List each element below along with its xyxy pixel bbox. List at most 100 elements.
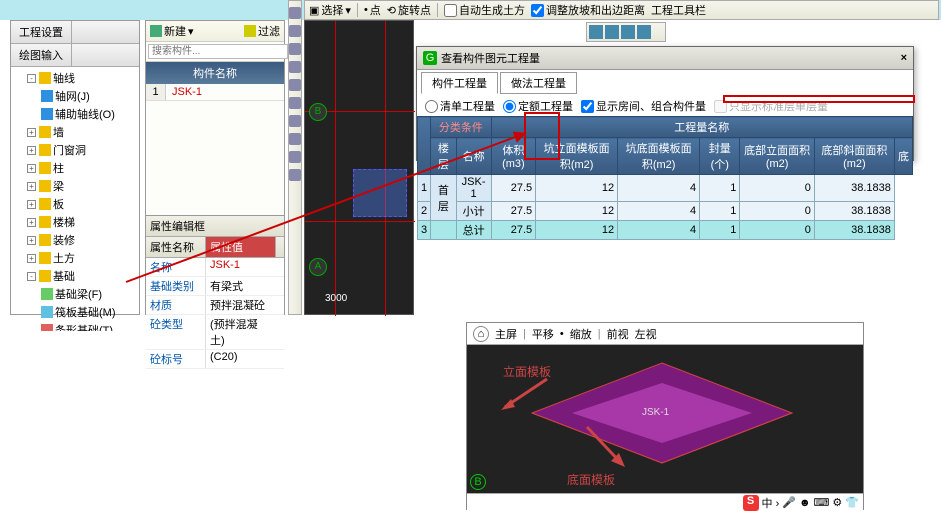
component-label: JSK-1 [642,407,669,418]
tab-method-qty[interactable]: 做法工程量 [500,72,577,94]
prop-name: 基础类别 [146,277,206,295]
prop-value[interactable]: 预拌混凝砼 [206,296,276,314]
tb-item[interactable]: 缩放 [570,326,592,342]
tab-component-qty[interactable]: 构件工程量 [421,72,498,94]
table-row: 1首层JSK-127.51241038.1838 [418,175,913,202]
new-button[interactable]: 新建 ▾ [150,23,194,39]
mic-icon[interactable]: 🎤 [782,496,796,509]
quick-toolbar [586,22,666,42]
table-row: 3总计27.51241038.1838 [418,221,913,240]
window-title: 查看构件图元工程量 [441,50,540,66]
tree-item[interactable]: +装修 [13,231,137,249]
tab-project-settings[interactable]: 工程设置 [11,21,72,43]
selection-box [353,169,407,217]
close-icon[interactable]: × [901,52,907,64]
property-editor: 属性编辑框 属性名称 属性值 名称JSK-1基础类别有梁式材质预拌混凝砼砼类型(… [145,215,285,315]
tree-item[interactable]: +楼梯 [13,213,137,231]
point-tool[interactable]: • 点 [364,2,381,18]
tree-item[interactable]: 轴网(J) [13,87,137,105]
app-icon: G [423,51,437,65]
tool-icon[interactable] [289,61,301,73]
opt-list-qty[interactable]: 清单工程量 [425,98,495,114]
tb-item[interactable]: 左视 [635,326,657,342]
prop-value[interactable]: (C20) [206,350,276,368]
nav-panel: 工程设置 绘图输入 -轴线轴网(J)辅助轴线(O)+墙+门窗洞+柱+梁+板+楼梯… [10,20,140,315]
tree-item[interactable]: +柱 [13,159,137,177]
tool-icon[interactable] [289,115,301,127]
tree-item[interactable]: 基础梁(F) [13,285,137,303]
tb-item[interactable]: • [560,328,564,340]
tree-item[interactable]: +门窗洞 [13,141,137,159]
view-3d: ⌂ 主屏 | 平移 • 缩放 | 前视 左视 JSK-1 立面模板 底面模板 B… [466,322,864,510]
tool-icon[interactable] [289,151,301,163]
quantity-table: 分类条件工程量名称楼层名称体积(m3)坑立面模板面积(m2)坑底面模板面积(m2… [417,116,913,240]
prop-name: 材质 [146,296,206,314]
category-tree[interactable]: -轴线轴网(J)辅助轴线(O)+墙+门窗洞+柱+梁+板+楼梯+装修+土方-基础基… [11,67,139,331]
prop-value[interactable]: (预拌混凝土) [206,315,276,349]
component-col-header: 构件名称 [146,62,284,84]
tree-item[interactable]: +梁 [13,177,137,195]
prop-value[interactable]: 有梁式 [206,277,276,295]
opt-quota-qty[interactable]: 定额工程量 [503,98,573,114]
save-icon[interactable] [589,25,603,39]
project-toolbar-label: 工程工具栏 [651,2,706,18]
tree-item[interactable]: -基础 [13,267,137,285]
home-view-icon[interactable]: ⌂ [473,326,489,342]
dimension-text: 3000 [325,293,347,304]
keyboard-icon[interactable]: ⌨ [814,496,830,509]
tool-icon[interactable] [289,169,301,181]
prop-hdr-value: 属性值 [206,237,276,257]
opt-show-room[interactable]: 显示房间、组合构件量 [581,98,706,114]
tool-icon[interactable] [289,7,301,19]
quantity-window: G 查看构件图元工程量 × 构件工程量 做法工程量 清单工程量 定额工程量 显示… [416,46,914,161]
select-tool[interactable]: ▣ 选择 ▾ [309,2,351,18]
tree-item[interactable]: +板 [13,195,137,213]
axis-label: B [470,474,486,490]
tool-icon[interactable] [289,25,301,37]
axis-label: B [309,103,327,121]
search-input[interactable] [148,44,288,59]
canvas-3d[interactable]: JSK-1 立面模板 底面模板 B [467,345,863,493]
tree-item[interactable]: 条形基础(T) [13,321,137,331]
drawing-canvas[interactable]: B A 3000 [304,20,414,315]
tool-icon[interactable] [289,43,301,55]
property-title: 属性编辑框 [146,216,284,237]
status-bar: S 中 › 🎤 ☻ ⌨ ⚙ 👕 [467,493,863,511]
opt-std-floor[interactable]: 只显示标准层单层量 [714,98,828,114]
tab-draw-input[interactable]: 绘图输入 [11,44,72,66]
canvas-toolbar: ▣ 选择 ▾ • 点 ⟲ 旋转点 自动生成土方 调整放坡和出边距离 工程工具栏 [304,0,939,20]
tool-icon[interactable] [289,133,301,145]
axis-label: A [309,258,327,276]
tree-item[interactable]: -轴线 [13,69,137,87]
settings-icon[interactable]: ⚙ [832,496,842,509]
redo-icon[interactable] [621,25,635,39]
tree-item[interactable]: +墙 [13,123,137,141]
undo-icon[interactable] [605,25,619,39]
tree-item[interactable]: 辅助轴线(O) [13,105,137,123]
adjust-slope-tool[interactable]: 调整放坡和出边距离 [531,2,645,18]
vertical-toolstrip [288,0,302,315]
tb-item[interactable]: 前视 [607,326,629,342]
ime-indicator[interactable]: S 中 › 🎤 ☻ ⌨ ⚙ 👕 [743,495,859,511]
tool-icon[interactable] [289,97,301,109]
tb-item[interactable]: 主屏 [495,326,517,342]
view-3d-toolbar: ⌂ 主屏 | 平移 • 缩放 | 前视 左视 [467,323,863,345]
auto-earth-tool[interactable]: 自动生成土方 [444,2,525,18]
filter-button[interactable]: 过滤 [244,23,280,39]
tree-item[interactable]: 筏板基础(M) [13,303,137,321]
tree-item[interactable]: +土方 [13,249,137,267]
skin-icon[interactable]: 👕 [845,496,859,509]
prop-hdr-name: 属性名称 [146,237,206,257]
tb-item[interactable]: 平移 [532,326,554,342]
table-row: 2小计27.51241038.1838 [418,202,913,221]
prop-value[interactable]: JSK-1 [206,258,276,276]
more-icon[interactable] [637,25,651,39]
emoji-icon[interactable]: ☻ [799,497,811,509]
prop-name: 砼标号 [146,350,206,368]
annotation: 底面模板 [567,471,615,488]
component-item[interactable]: JSK-1 [166,84,284,100]
tool-icon[interactable] [289,79,301,91]
sogou-icon: S [743,495,759,511]
rotate-point-tool[interactable]: ⟲ 旋转点 [387,2,431,18]
prop-name: 砼类型 [146,315,206,349]
